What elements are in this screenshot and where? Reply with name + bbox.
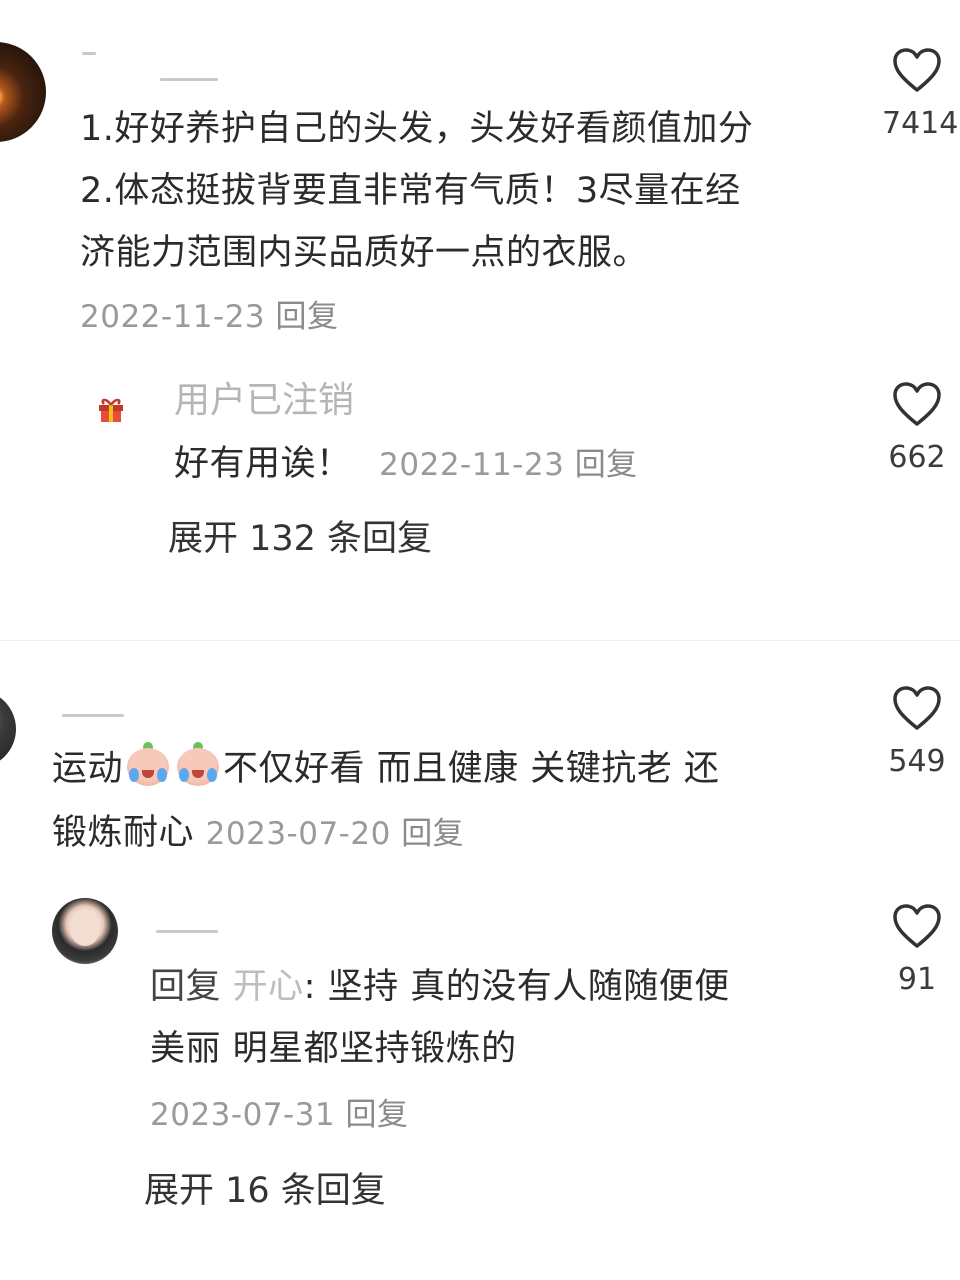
reply-date: 2022-11-23 bbox=[379, 447, 565, 483]
comment-text-before: 运动 bbox=[52, 749, 124, 789]
comment-text-line: 2.体态挺拔背要直非常有气质！3尽量在经 bbox=[80, 171, 741, 211]
reply-text: 好有用诶！ bbox=[174, 444, 352, 484]
reply-prefix: 回复 bbox=[150, 967, 222, 1007]
crying-face-emoji bbox=[123, 742, 173, 788]
reply-date: 2023-07-31 bbox=[150, 1097, 336, 1133]
comment-text-line: 锻炼耐心 2023-07-20 回复 bbox=[52, 802, 464, 865]
reply-line: 回复 开心: 坚持 真的没有人随随便便 bbox=[150, 956, 730, 1018]
heart-icon bbox=[893, 904, 941, 948]
comment-meta: 2022-11-23 回复 bbox=[80, 286, 339, 348]
crying-face-emoji bbox=[173, 742, 223, 788]
like-count: 7414 bbox=[882, 106, 959, 141]
reply-link[interactable]: 回复 bbox=[575, 447, 638, 483]
heart-icon bbox=[893, 48, 941, 92]
like-count: 91 bbox=[897, 962, 937, 997]
like-button[interactable]: 549 bbox=[882, 686, 952, 782]
like-button[interactable]: 662 bbox=[882, 382, 952, 478]
comment-date: 2023-07-20 bbox=[205, 816, 391, 852]
expand-replies-button[interactable]: 展开 16 条回复 bbox=[144, 1166, 386, 1216]
divider bbox=[0, 640, 960, 641]
reply-avatar[interactable] bbox=[52, 898, 118, 964]
heart-icon bbox=[893, 686, 941, 730]
reply-target-username[interactable]: 开心 bbox=[233, 967, 304, 1007]
comment-text-line: 1.好好养护自己的头发，头发好看颜值加分 bbox=[80, 109, 754, 149]
commenter-username-redacted[interactable] bbox=[82, 52, 96, 55]
reply-line: 美丽 明星都坚持锻炼的 bbox=[150, 1029, 517, 1069]
reply-text: : 坚持 真的没有人随随便便 bbox=[303, 967, 730, 1007]
reply-username[interactable]: 用户已注销 bbox=[174, 376, 354, 426]
reply-meta: 2023-07-31 回复 bbox=[150, 1084, 409, 1146]
commenter-avatar[interactable] bbox=[0, 42, 46, 142]
heart-icon bbox=[893, 382, 941, 426]
reply-line: 好有用诶！ 2022-11-23 回复 bbox=[174, 433, 638, 496]
like-button[interactable]: 91 bbox=[882, 904, 952, 1000]
reply-link[interactable]: 回复 bbox=[346, 1097, 409, 1133]
like-count: 549 bbox=[888, 744, 946, 779]
reply-link[interactable]: 回复 bbox=[276, 299, 339, 335]
commenter-username-redacted[interactable] bbox=[62, 714, 124, 717]
comment-text-line: 运动 不仅好看 而且健康 关键抗老 还 bbox=[52, 738, 719, 800]
comment-text-line: 济能力范围内买品质好一点的衣服。 bbox=[80, 233, 649, 273]
expand-replies-button[interactable]: 展开 132 条回复 bbox=[168, 514, 432, 564]
commenter-avatar[interactable] bbox=[0, 690, 16, 768]
commenter-username-redacted[interactable] bbox=[160, 78, 218, 81]
gift-icon bbox=[99, 398, 123, 422]
comment-text: 锻炼耐心 bbox=[52, 813, 195, 853]
comment-text-after: 不仅好看 而且健康 关键抗老 还 bbox=[223, 749, 720, 789]
comment-date: 2022-11-23 bbox=[80, 299, 266, 335]
like-count: 662 bbox=[888, 440, 946, 475]
reply-username-redacted[interactable] bbox=[156, 930, 218, 933]
reply-link[interactable]: 回复 bbox=[401, 816, 464, 852]
like-button[interactable]: 7414 bbox=[882, 48, 959, 144]
